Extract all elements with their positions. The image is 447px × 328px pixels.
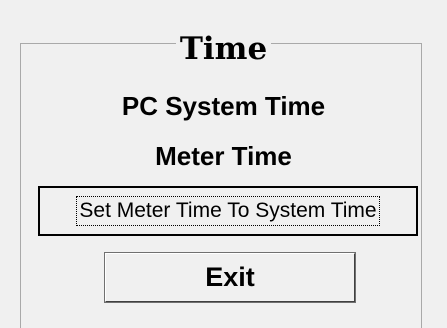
exit-button-label: Exit [205,262,255,292]
meter-time-label: Meter Time [155,141,292,171]
set-meter-time-button[interactable]: Set Meter Time To System Time [38,186,418,236]
pc-system-time-label: PC System Time [121,91,326,121]
group-box-title: Time [175,34,272,65]
time-dialog: Time PC System Time Meter Time Set Meter… [0,0,447,328]
exit-button[interactable]: Exit [104,252,356,303]
group-box-title-row: Time [0,34,447,65]
set-meter-time-button-label: Set Meter Time To System Time [76,196,380,226]
